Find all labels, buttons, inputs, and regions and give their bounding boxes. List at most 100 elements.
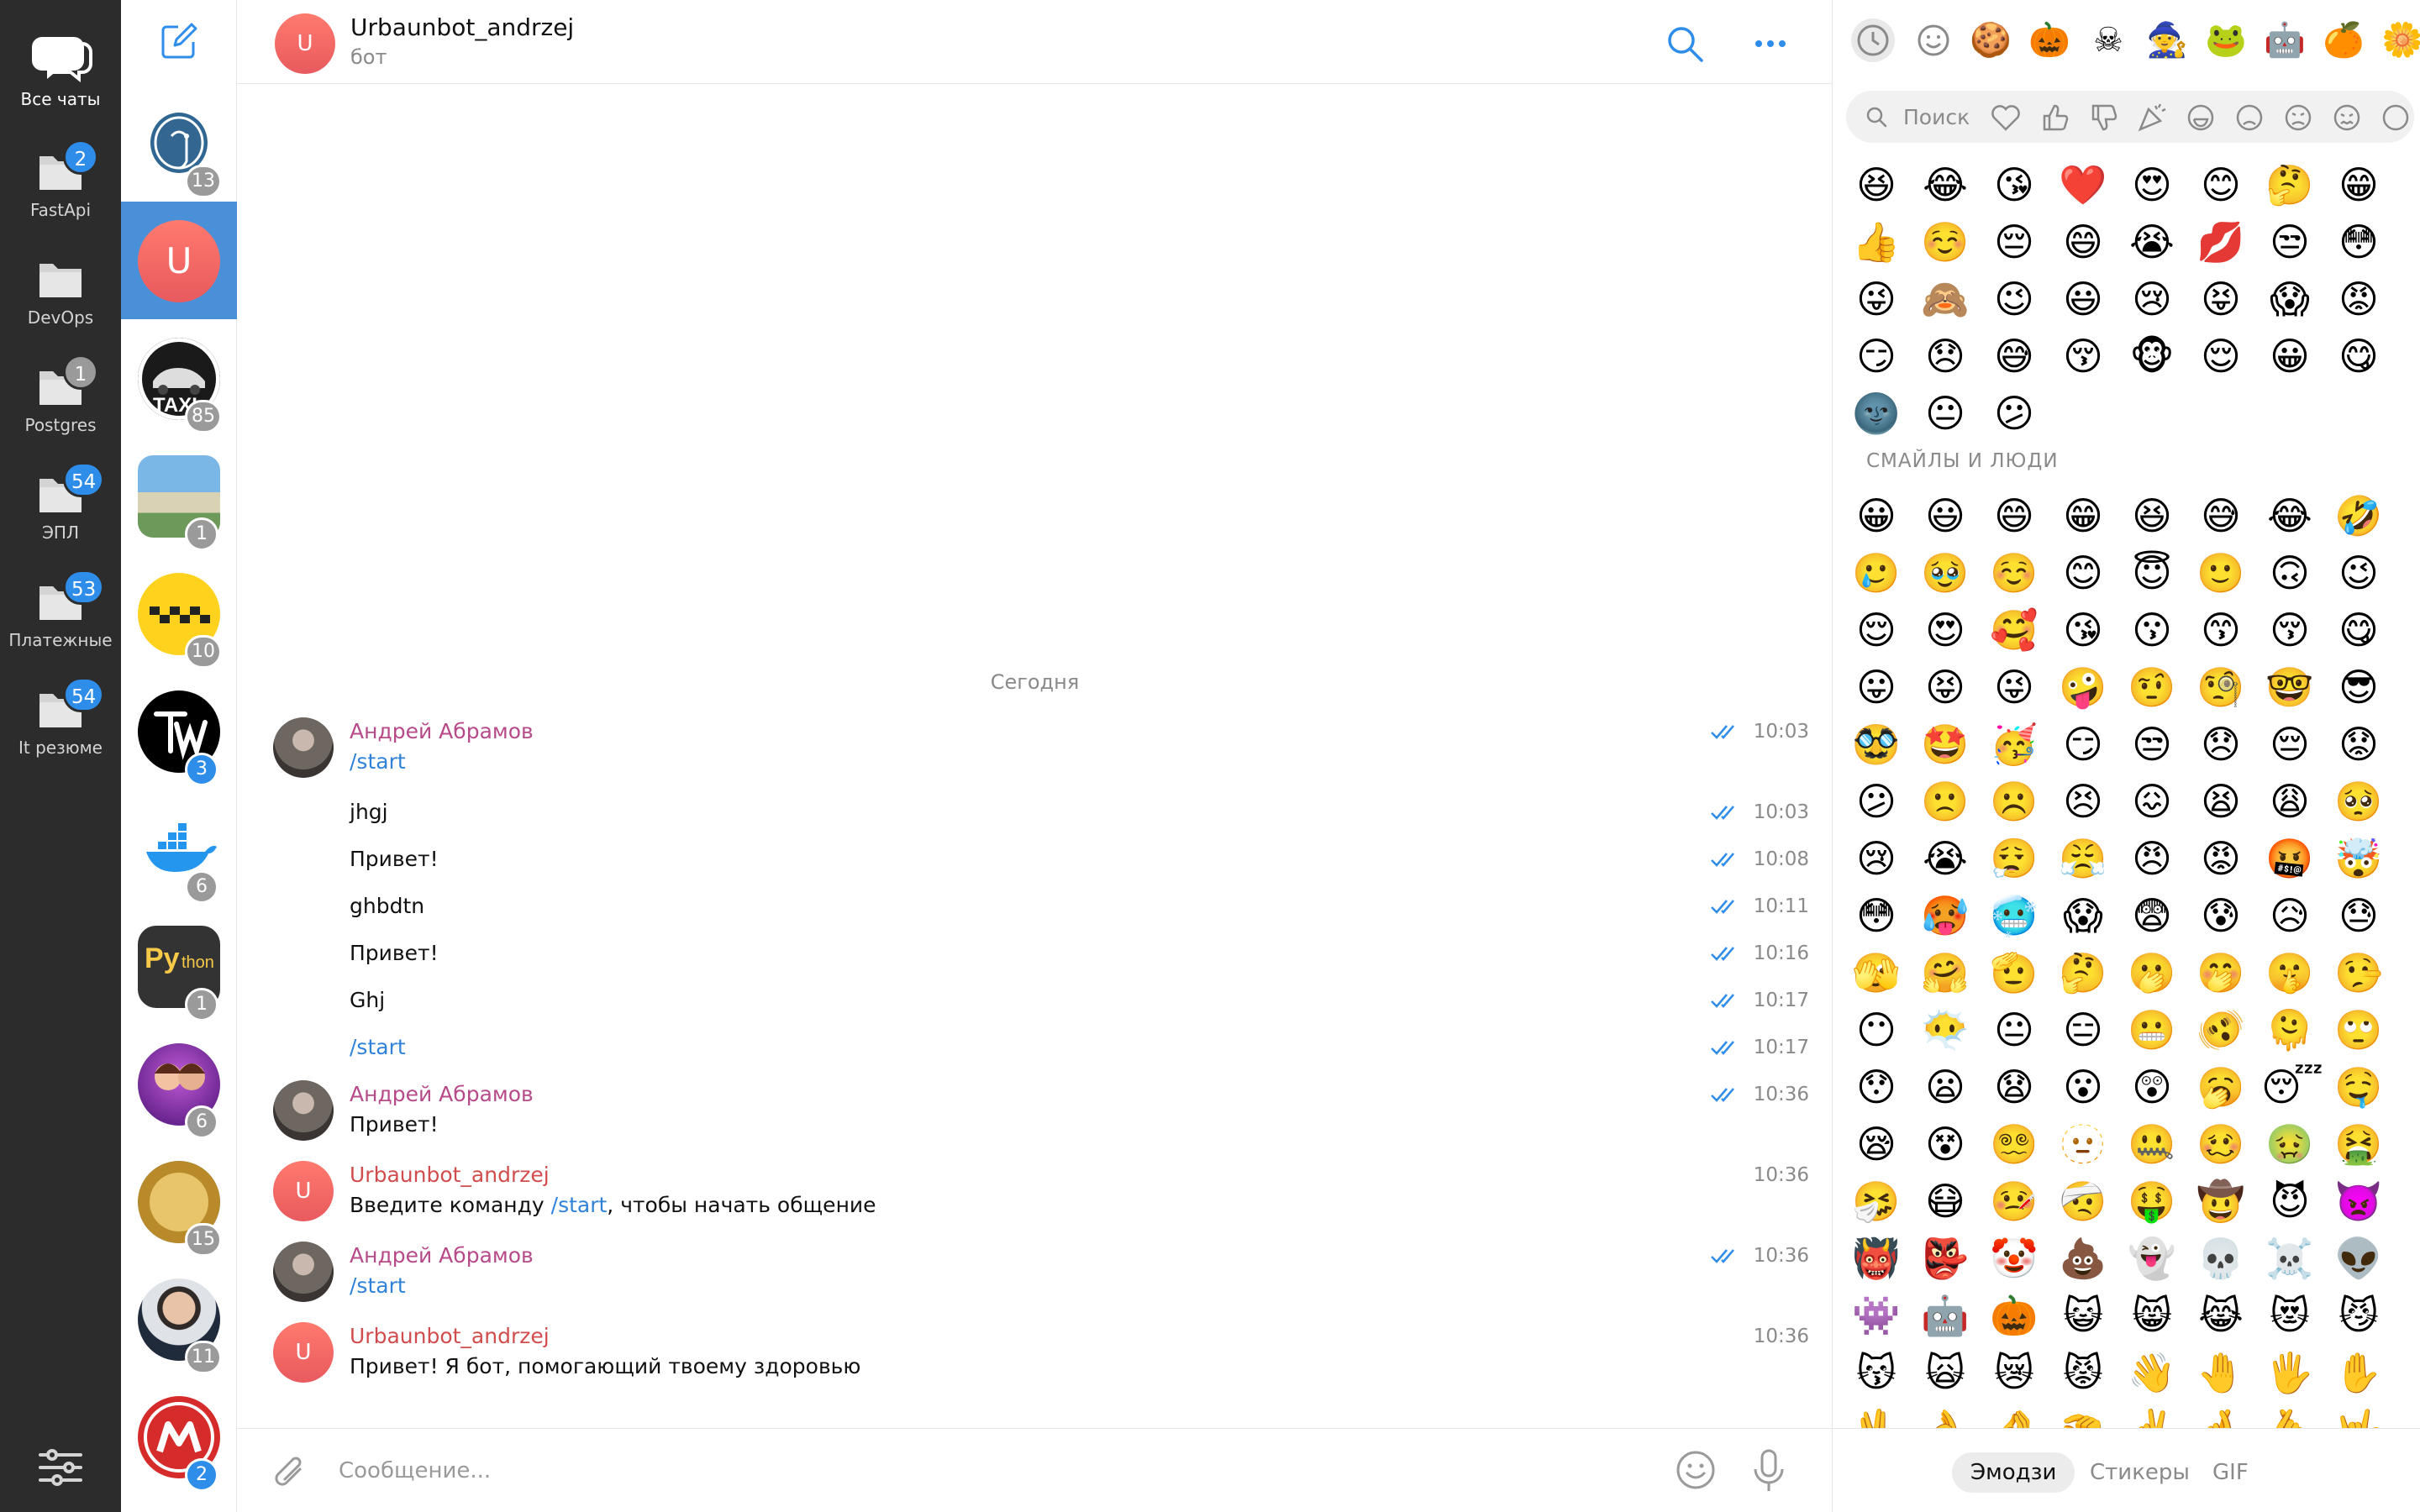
emoji-item[interactable]: 😷: [1917, 1173, 1974, 1230]
emoji-item[interactable]: 😿: [1986, 1344, 2043, 1401]
emoji-item[interactable]: 😁: [2330, 156, 2387, 213]
emoji-item[interactable]: 😱: [2261, 270, 2318, 328]
sender-name[interactable]: Андрей Абрамов: [350, 1082, 534, 1106]
chat-item-man-portrait[interactable]: 11: [121, 1260, 237, 1378]
grin-category-icon[interactable]: [2184, 101, 2217, 134]
emoji-item[interactable]: 👍: [1848, 213, 1905, 270]
message-command[interactable]: /start: [350, 749, 406, 774]
emoji-item[interactable]: 😜: [1986, 659, 2043, 716]
emoji-item[interactable]: 😡: [2330, 270, 2387, 328]
emoji-item[interactable]: 😣: [2054, 773, 2112, 830]
emoji-item[interactable]: 😩: [2261, 773, 2318, 830]
emoji-item[interactable]: 😸: [2123, 1287, 2181, 1344]
more-categories-icon[interactable]: [2379, 101, 2412, 134]
emoji-item[interactable]: 🤬: [2261, 830, 2318, 887]
message-command[interactable]: /start: [350, 1273, 406, 1298]
emoji-item[interactable]: 👾: [1848, 1287, 1905, 1344]
emoji-item[interactable]: 🤩: [1917, 716, 1974, 773]
emoji-item[interactable]: 😠: [2123, 830, 2181, 887]
sender-avatar[interactable]: [273, 1242, 334, 1302]
compose-icon[interactable]: [160, 22, 198, 60]
emoji-item[interactable]: 😜: [1848, 270, 1905, 328]
folder-fastapi[interactable]: 2 FastApi: [0, 139, 121, 220]
emoji-item[interactable]: 😵: [1917, 1116, 1974, 1173]
emoji-item[interactable]: 😼: [2330, 1287, 2387, 1344]
sender-name[interactable]: Андрей Абрамов: [350, 719, 534, 743]
emoji-item[interactable]: 😬: [2123, 1001, 2181, 1058]
emoji-icon[interactable]: [1675, 1449, 1717, 1491]
emoji-item[interactable]: 🫢: [2123, 944, 2181, 1001]
message-input[interactable]: [339, 1447, 1557, 1494]
emoji-item[interactable]: 🫥: [2054, 1116, 2112, 1173]
emoji-item[interactable]: 😂: [1917, 156, 1974, 213]
sender-name[interactable]: Андрей Абрамов: [350, 1243, 534, 1268]
emoji-item[interactable]: 🤢: [2261, 1116, 2318, 1173]
emoji-item[interactable]: 😱: [2054, 887, 2112, 944]
sticker-pack-robot-icon[interactable]: 🤖: [2263, 18, 2307, 62]
emoji-item[interactable]: 😒: [2123, 716, 2181, 773]
emoji-item[interactable]: 😂: [2261, 487, 2318, 544]
emoji-item[interactable]: 😁: [2054, 487, 2112, 544]
emoji-item[interactable]: 😙: [2192, 601, 2249, 659]
chat-item-docker[interactable]: 6: [121, 790, 237, 907]
chat-item-yellow-taxi[interactable]: 10: [121, 554, 237, 672]
emoji-item[interactable]: 🤯: [2330, 830, 2387, 887]
emoji-item[interactable]: 😳: [2330, 213, 2387, 270]
thumbs-down-category-icon[interactable]: [2086, 101, 2120, 134]
emoji-item[interactable]: 😘: [2054, 601, 2112, 659]
emoji-item[interactable]: 🤡: [1986, 1230, 2043, 1287]
emoji-item[interactable]: 😢: [2123, 270, 2181, 328]
emoji-item[interactable]: 🎃: [1986, 1287, 2043, 1344]
emoji-item[interactable]: 🤥: [2330, 944, 2387, 1001]
emoji-item[interactable]: 😡: [2192, 830, 2249, 887]
emoji-item[interactable]: 😔: [2261, 716, 2318, 773]
party-category-icon[interactable]: [2135, 101, 2169, 134]
sticker-pack-pumpkin-icon[interactable]: 🎃: [2028, 18, 2071, 62]
emoji-item[interactable]: 💋: [2192, 213, 2249, 270]
emoji-item[interactable]: 👹: [1848, 1230, 1905, 1287]
emoji-item[interactable]: 😕: [1848, 773, 1905, 830]
folder-payments[interactable]: 53 Платежные: [0, 570, 121, 650]
emoji-item[interactable]: 😓: [2330, 887, 2387, 944]
emoji-item[interactable]: 😮: [2054, 1058, 2112, 1116]
emoji-item[interactable]: 🫣: [1848, 944, 1905, 1001]
emoji-item[interactable]: 😍: [2123, 156, 2181, 213]
emoji-item[interactable]: 😥: [2261, 887, 2318, 944]
sad-category-icon[interactable]: [2233, 101, 2266, 134]
emoji-item[interactable]: 🤔: [2054, 944, 2112, 1001]
emoji-item[interactable]: 😎: [2330, 659, 2387, 716]
emoji-item[interactable]: 😏: [2054, 716, 2112, 773]
emoji-item[interactable]: 🤓: [2261, 659, 2318, 716]
emoji-item[interactable]: 👻: [2123, 1230, 2181, 1287]
emoji-item[interactable]: 🥲: [1848, 544, 1905, 601]
emoji-item[interactable]: 😺: [2054, 1287, 2112, 1344]
emoji-item[interactable]: 😝: [1917, 659, 1974, 716]
emoji-item[interactable]: 🥳: [1986, 716, 2043, 773]
emoji-item[interactable]: 😕: [1986, 385, 2043, 442]
emoji-item[interactable]: 😐: [1917, 385, 1974, 442]
smiley-category-icon[interactable]: [1912, 18, 1955, 62]
emoji-item[interactable]: 🤭: [2192, 944, 2249, 1001]
chat-item-taxi-car[interactable]: TAXI 85: [121, 319, 237, 437]
emoji-item[interactable]: 🤐: [2123, 1116, 2181, 1173]
emoji-item[interactable]: 😌: [1848, 601, 1905, 659]
emoji-item[interactable]: 😒: [2261, 213, 2318, 270]
emoji-item[interactable]: 😹: [2192, 1287, 2249, 1344]
emoji-item[interactable]: 🤑: [2123, 1173, 2181, 1230]
emoji-item[interactable]: ❤️: [2054, 156, 2112, 213]
emoji-item[interactable]: 😋: [2330, 328, 2387, 385]
emoji-item[interactable]: 😄: [2054, 213, 2112, 270]
emoji-item[interactable]: 😈: [2261, 1173, 2318, 1230]
chat-item-postgres-elephant[interactable]: 13: [121, 84, 237, 202]
emoji-item[interactable]: 🤮: [2330, 1116, 2387, 1173]
emoji-item[interactable]: 😯: [1848, 1058, 1905, 1116]
emoji-item[interactable]: 😍: [1917, 601, 1974, 659]
emoji-item[interactable]: 😖: [2123, 773, 2181, 830]
emoji-item[interactable]: 🥰: [1986, 601, 2043, 659]
emoji-item[interactable]: 🙀: [1917, 1344, 1974, 1401]
emoji-item[interactable]: 😟: [2330, 716, 2387, 773]
emoji-item[interactable]: 😻: [2261, 1287, 2318, 1344]
search-icon[interactable]: [1665, 24, 1705, 64]
emoji-item[interactable]: 😄: [1986, 487, 2043, 544]
emoji-item[interactable]: 💀: [2192, 1230, 2249, 1287]
